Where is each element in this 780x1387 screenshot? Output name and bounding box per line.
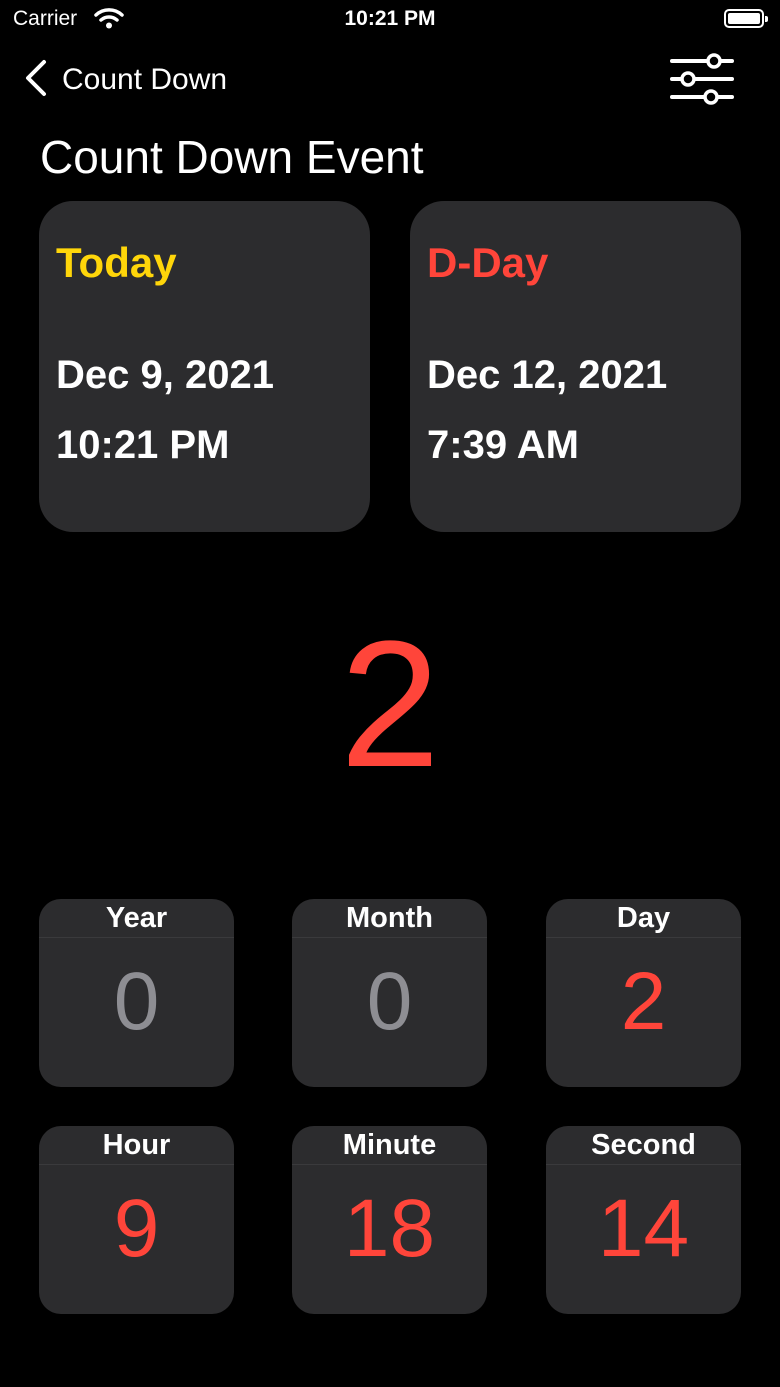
days-remaining: 2 [339,604,441,805]
today-label: Today [56,239,177,286]
month-label: Month [292,899,487,938]
hour-value: 9 [113,1183,160,1274]
dday-card[interactable]: D-Day Dec 12, 2021 7:39 AM [410,201,741,532]
status-bar: Carrier 10:21 PM [0,0,780,40]
back-button[interactable]: Count Down [22,58,227,102]
settings-button[interactable] [666,52,738,108]
chevron-left-icon [22,58,48,103]
status-time: 10:21 PM [344,7,436,30]
day-tile: Day 2 [546,899,741,1087]
second-tile: Second 14 [546,1126,741,1314]
day-value: 2 [620,956,667,1047]
day-label: Day [546,899,741,938]
year-label: Year [39,899,234,938]
dday-date: Dec 12, 2021 [427,353,668,397]
month-tile: Month 0 [292,899,487,1087]
battery-icon [724,9,768,28]
second-value: 14 [597,1183,690,1274]
sliders-icon [666,53,738,112]
today-time: 10:21 PM [56,423,230,467]
month-value: 0 [366,956,413,1047]
minute-tile: Minute 18 [292,1126,487,1314]
minute-label: Minute [292,1126,487,1165]
today-card: Today Dec 9, 2021 10:21 PM [39,201,370,532]
hour-tile: Hour 9 [39,1126,234,1314]
dday-label: D-Day [427,239,549,286]
dday-time: 7:39 AM [427,423,579,467]
hour-label: Hour [39,1126,234,1165]
back-label: Count Down [62,63,228,96]
today-date: Dec 9, 2021 [56,353,274,397]
year-tile: Year 0 [39,899,234,1087]
minute-value: 18 [343,1183,436,1274]
page-title: Count Down Event [40,131,424,183]
second-label: Second [546,1126,741,1165]
year-value: 0 [113,956,160,1047]
